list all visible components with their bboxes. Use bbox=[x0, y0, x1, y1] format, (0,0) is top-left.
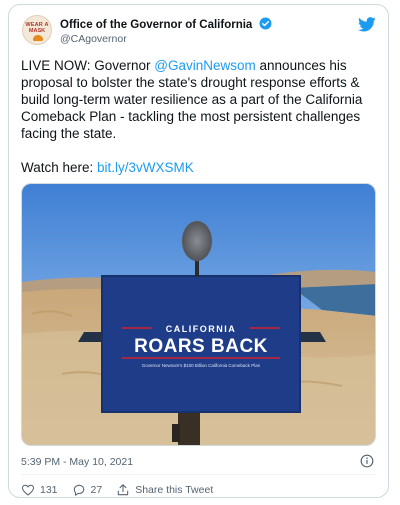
sign-line2: ROARS BACK bbox=[134, 336, 268, 357]
author-name-text: Office of the Governor of California bbox=[60, 19, 253, 31]
author-handle[interactable]: @CAgovernor bbox=[60, 33, 127, 45]
author-display-name[interactable]: Office of the Governor of California bbox=[60, 17, 272, 31]
sign-line1: CALIFORNIA bbox=[166, 324, 237, 334]
twitter-bird-icon[interactable] bbox=[358, 17, 376, 32]
verified-badge-icon bbox=[259, 17, 271, 30]
share-button[interactable]: Share this Tweet bbox=[116, 483, 213, 497]
sign-line3: Governor Newsom's $100 Billion Californi… bbox=[142, 363, 261, 368]
watch-line: Watch here: bit.ly/3vWXSMK bbox=[21, 160, 194, 175]
watch-label: Watch here: bbox=[21, 160, 98, 175]
info-icon[interactable] bbox=[360, 454, 374, 468]
reply-count: 27 bbox=[90, 484, 103, 496]
avatar-text-line2: MASK bbox=[28, 28, 46, 34]
share-icon bbox=[118, 484, 129, 496]
heart-icon bbox=[21, 484, 35, 496]
photo-scene: CALIFORNIA ROARS BACK Governor Newsom's … bbox=[22, 184, 375, 445]
watch-link[interactable]: bit.ly/3vWXSMK bbox=[97, 160, 194, 175]
like-count: 131 bbox=[40, 484, 58, 496]
reply-icon bbox=[73, 484, 84, 496]
mention-link[interactable]: @GavinNewsom bbox=[154, 58, 255, 73]
tweet-media-photo[interactable]: CALIFORNIA ROARS BACK Governor Newsom's … bbox=[21, 183, 376, 446]
reply-button[interactable]: 27 bbox=[72, 483, 103, 497]
avatar-mask-shape bbox=[33, 35, 43, 41]
like-button[interactable]: 131 bbox=[21, 483, 58, 497]
avatar[interactable]: WEAR A MASK bbox=[22, 15, 52, 45]
tweet-actions: 131 27 Share this Tweet bbox=[21, 482, 227, 497]
tweet-text: LIVE NOW: Governor @GavinNewsom announce… bbox=[21, 57, 383, 142]
share-label: Share this Tweet bbox=[135, 484, 214, 496]
divider bbox=[21, 474, 376, 475]
tweet-card: WEAR A MASK Office of the Governor of Ca… bbox=[8, 4, 389, 498]
tweet-timestamp[interactable]: 5:39 PM - May 10, 2021 bbox=[21, 456, 133, 468]
tweet-text-prefix: LIVE NOW: Governor bbox=[21, 58, 155, 73]
